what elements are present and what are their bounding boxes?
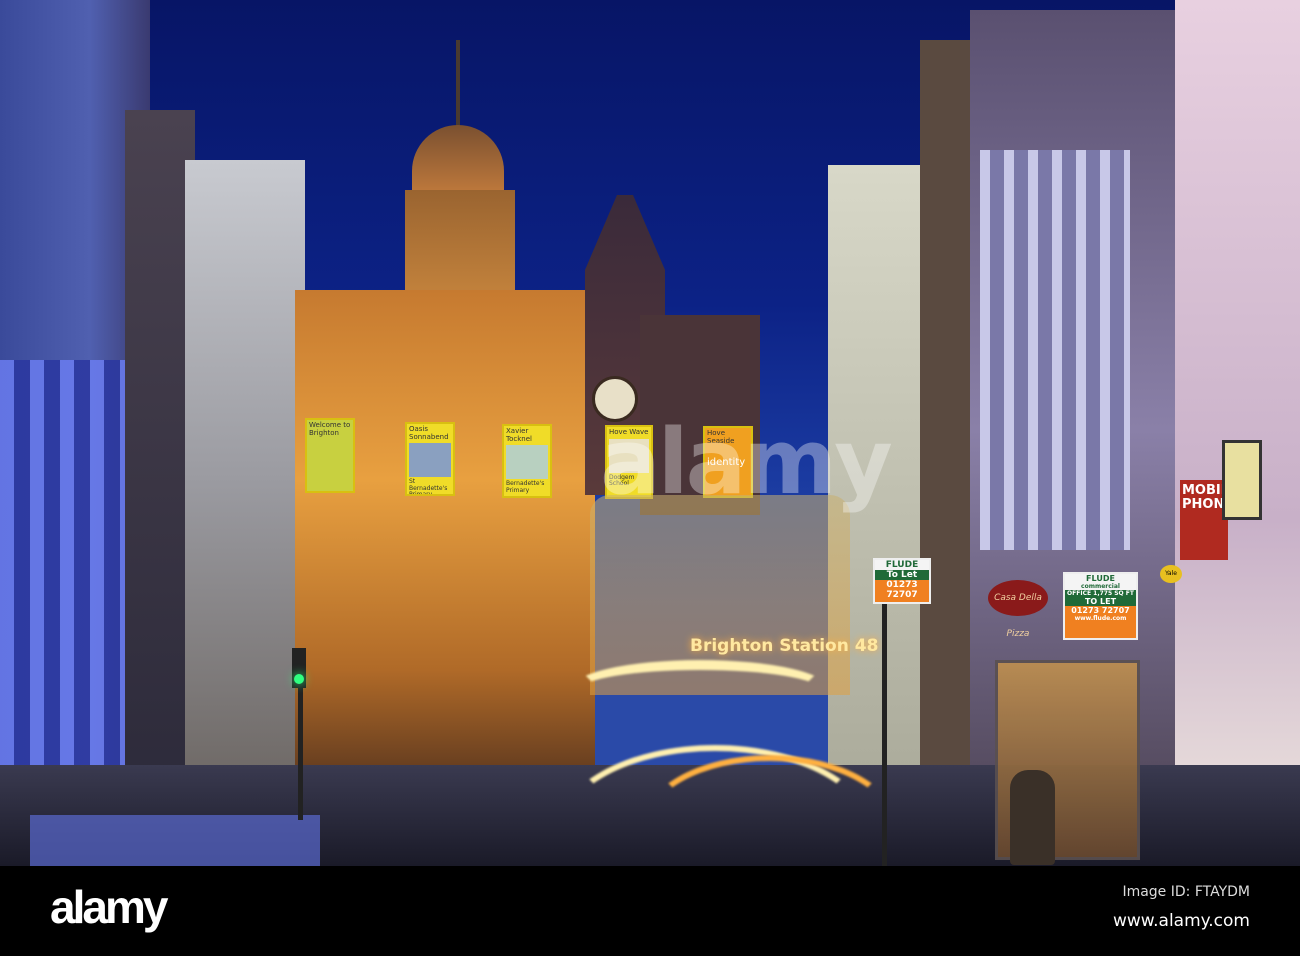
sign-brand: FLUDE [1065,574,1136,583]
site-url[interactable]: www.alamy.com [1113,911,1250,931]
banner-title: Xavier Tocknel [506,427,532,443]
street-lamp-icon [1222,440,1262,520]
white-building [185,160,305,810]
banner-footer: Bernadette's Primary [506,480,545,494]
sign-area: OFFICE 1,775 SQ FT [1065,590,1136,597]
image-id: Image ID: FTAYDM [1122,884,1250,900]
weathervane [456,40,460,130]
sign-url: www.flude.com [1074,615,1127,622]
right-building-pink [1175,0,1300,866]
light-trail [570,660,830,720]
banner-title: Welcome to Brighton [309,421,351,437]
mobile-phone-sign: MOBILE PHONE [1180,480,1238,560]
sign-pole [882,590,887,866]
sign-phone: 01273 72707 [1071,606,1130,615]
watermark: alamy [600,410,893,515]
banner: Oasis Sonnabend St Bernadette's Primary [405,422,455,496]
banner-footer: St Bernadette's Primary [409,478,448,496]
sign-to-let: TO LET [1065,597,1136,606]
banner: Welcome to Brighton [305,418,355,493]
footer-bar: alamy Image ID: FTAYDM www.alamy.com [0,866,1300,956]
destination-text: Brighton Station [690,636,849,656]
seated-person [1010,770,1055,865]
pavement [30,815,320,866]
flude-sign-small: FLUDE To Let 01273 72707 [873,558,931,604]
sign-phone: 01273 72707 [886,580,918,600]
bus-number: 48 [854,636,879,656]
traffic-light-pole [298,680,303,820]
dome [412,125,504,195]
night-street-photo: Welcome to Brighton Oasis Sonnabend St Be… [0,0,1300,866]
ornate-building [295,290,595,765]
yale-sign: Yale [1160,565,1182,583]
banner-title: Oasis Sonnabend [409,425,449,441]
blue-lit-facade [0,360,135,830]
office-windows [980,150,1130,550]
traffic-light-icon [292,648,306,688]
sign-sub: commercial [1065,583,1136,590]
sign-brand: FLUDE [875,560,929,570]
banner: Xavier Tocknel Bernadette's Primary [502,424,552,498]
pizza-sign: Casa Della Pizza [988,580,1048,639]
bus-destination: Brighton Station 48 [690,636,878,656]
flude-sign-large: FLUDE commercial OFFICE 1,775 SQ FT TO L… [1063,572,1138,640]
sign-to-let: To Let [875,570,929,580]
alamy-logo: alamy [50,881,168,933]
